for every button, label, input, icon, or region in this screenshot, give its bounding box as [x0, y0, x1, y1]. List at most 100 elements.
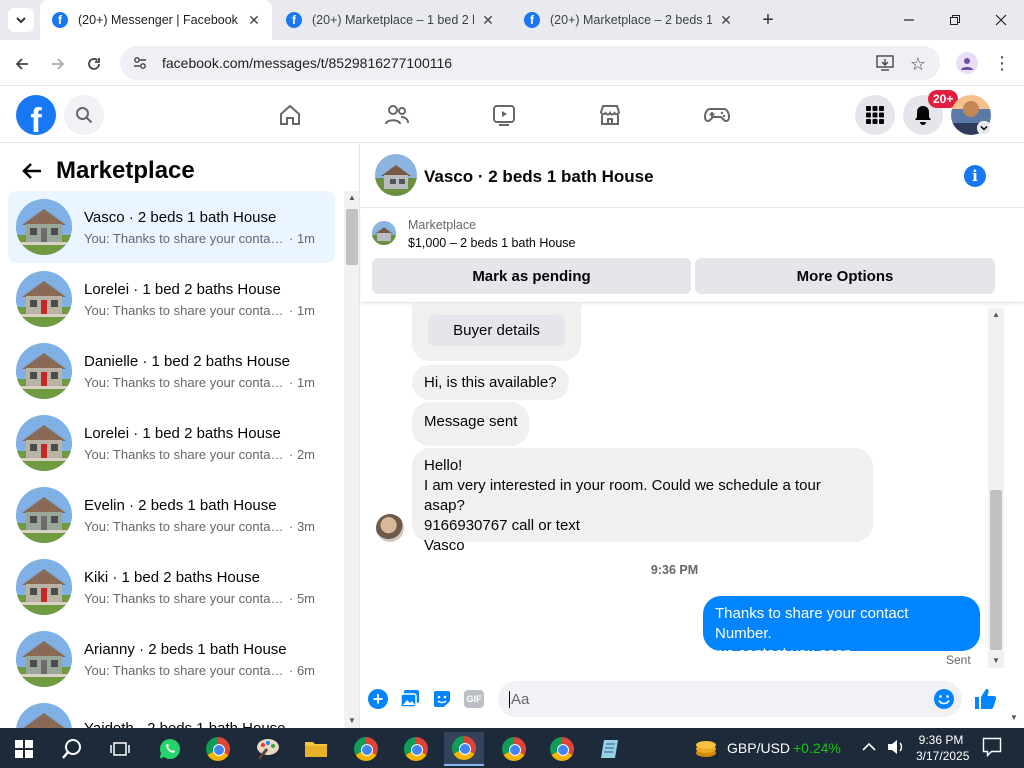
- conversation-item[interactable]: Lorelei · 1 bed 2 baths House You: Thanks…: [8, 407, 335, 479]
- facebook-favicon-icon: f: [524, 12, 540, 28]
- whatsapp-icon: [159, 739, 180, 759]
- marketplace-icon: [600, 105, 620, 125]
- browser-toolbar: facebook.com/messages/t/8529816277100116…: [0, 40, 1024, 86]
- reload-button[interactable]: [82, 52, 106, 76]
- address-bar[interactable]: facebook.com/messages/t/8529816277100116…: [120, 46, 940, 80]
- reload-icon: [88, 58, 100, 70]
- ticker-change[interactable]: +0.24%: [793, 740, 841, 756]
- nav-video[interactable]: [484, 99, 524, 131]
- gif-icon[interactable]: GIF: [464, 690, 484, 708]
- minimize-window-button[interactable]: [896, 8, 922, 32]
- browser-menu-button[interactable]: ⋮: [993, 52, 1011, 74]
- more-actions-plus-icon[interactable]: +: [368, 689, 388, 709]
- account-menu-chevron[interactable]: [977, 121, 991, 135]
- nav-gaming[interactable]: [697, 99, 737, 131]
- photo-attach-icon[interactable]: [400, 689, 420, 709]
- home-icon: [280, 104, 300, 125]
- text-caret: [509, 691, 510, 708]
- taskbar-file-explorer[interactable]: [296, 732, 336, 766]
- volume-icon[interactable]: [887, 739, 905, 755]
- more-options-button[interactable]: More Options: [695, 258, 995, 294]
- mark-as-pending-button[interactable]: Mark as pending: [372, 258, 691, 294]
- message-status: Sent: [946, 653, 971, 667]
- start-button[interactable]: [4, 732, 44, 766]
- taskbar-paint[interactable]: [248, 732, 288, 766]
- close-tab-icon[interactable]: ✕: [246, 12, 262, 29]
- search-icon: [62, 739, 81, 759]
- back-button[interactable]: [10, 52, 34, 76]
- chevron-down-icon: [16, 17, 26, 24]
- menu-button[interactable]: [855, 95, 895, 135]
- sidebar-scrollbar[interactable]: ▲ ▼: [344, 191, 359, 728]
- taskbar-notepad[interactable]: [590, 732, 630, 766]
- forward-button[interactable]: [46, 52, 70, 76]
- tab-marketplace-2[interactable]: f (20+) Marketplace – 2 beds 1 b ✕: [512, 0, 744, 40]
- ticker-symbol[interactable]: GBP/USD: [727, 740, 790, 756]
- restore-window-button[interactable]: [942, 8, 968, 32]
- task-view-button[interactable]: [100, 732, 140, 766]
- new-tab-button[interactable]: +: [756, 8, 780, 32]
- coins-icon[interactable]: [694, 737, 718, 759]
- like-thumbs-up-icon[interactable]: [973, 687, 997, 711]
- search-button[interactable]: [64, 95, 104, 135]
- profile-button[interactable]: [956, 52, 978, 74]
- show-hidden-icons-button[interactable]: [862, 741, 876, 753]
- conversation-item[interactable]: Vasco · 2 beds 1 bath House You: Thanks t…: [8, 191, 335, 263]
- listing-thumbnail[interactable]: [372, 221, 396, 245]
- taskbar-chrome-2[interactable]: [346, 732, 386, 766]
- message-input[interactable]: Aa: [498, 681, 962, 717]
- conversation-item[interactable]: Danielle · 1 bed 2 baths House You: Thank…: [8, 335, 335, 407]
- taskbar-chrome-3[interactable]: [396, 732, 436, 766]
- chat-avatar[interactable]: [375, 154, 417, 196]
- tab-messenger[interactable]: f (20+) Messenger | Facebook ✕: [40, 0, 272, 40]
- conversation-item[interactable]: Yaideth · 2 beds 1 bath House: [8, 695, 335, 728]
- close-window-button[interactable]: [988, 8, 1014, 32]
- taskbar-chrome-1[interactable]: [198, 732, 238, 766]
- conversation-item[interactable]: Arianny · 2 beds 1 bath House You: Thanks…: [8, 623, 335, 695]
- close-tab-icon[interactable]: ✕: [480, 12, 496, 29]
- conversation-preview: You: Thanks to share your contact ...: [84, 590, 289, 606]
- listing-summary[interactable]: $1,000 – 2 beds 1 bath House: [408, 236, 576, 250]
- facebook-favicon-icon: f: [52, 12, 68, 28]
- taskbar-chrome-active[interactable]: [444, 732, 484, 766]
- conversation-item[interactable]: Kiki · 1 bed 2 baths House You: Thanks to…: [8, 551, 335, 623]
- conversation-item[interactable]: Lorelei · 1 bed 2 baths House You: Thanks…: [8, 263, 335, 335]
- taskbar-whatsapp[interactable]: [150, 732, 190, 766]
- chrome-icon: [404, 737, 428, 761]
- conversation-info-icon[interactable]: i: [964, 165, 986, 187]
- back-to-chats-button[interactable]: [20, 159, 44, 183]
- scroll-down-arrow[interactable]: ▼: [1010, 713, 1018, 722]
- taskbar-search-button[interactable]: [52, 732, 92, 766]
- taskbar-chrome-4[interactable]: [494, 732, 534, 766]
- conversation-name: Evelin · 2 beds 1 bath House: [84, 496, 277, 514]
- message-line: Hello!: [424, 457, 463, 474]
- bookmark-star-icon[interactable]: ☆: [910, 54, 926, 75]
- install-app-icon[interactable]: [876, 55, 894, 71]
- chat-title[interactable]: Vasco · 2 beds 1 bath House: [424, 167, 654, 187]
- arrow-left-icon: [22, 163, 41, 179]
- scrollbar-thumb[interactable]: [346, 209, 358, 265]
- tab-search-button[interactable]: [8, 8, 34, 32]
- close-tab-icon[interactable]: ✕: [718, 12, 734, 29]
- system-clock[interactable]: 9:36 PM 3/17/2025: [916, 732, 969, 764]
- conversation-avatar: [16, 703, 72, 728]
- facebook-logo-icon[interactable]: f: [16, 95, 56, 135]
- windows-taskbar: GBP/USD +0.24% 9:36 PM 3/17/2025: [0, 728, 1024, 768]
- chevron-up-icon: [862, 742, 876, 751]
- message-timestamp: 9:36 PM: [650, 563, 699, 577]
- sender-avatar[interactable]: [376, 514, 404, 542]
- conversation-time: · 2m: [289, 446, 315, 462]
- tab-marketplace-1[interactable]: f (20+) Marketplace – 1 bed 2 ba ✕: [274, 0, 506, 40]
- sticker-icon[interactable]: [432, 689, 452, 709]
- nav-friends[interactable]: [377, 99, 417, 131]
- notifications-center-button[interactable]: [982, 737, 1002, 757]
- chat-scrollbar[interactable]: ▲ ▼: [988, 308, 1004, 668]
- nav-home[interactable]: [270, 99, 310, 131]
- conversation-avatar: [16, 271, 72, 327]
- taskbar-chrome-5[interactable]: [542, 732, 582, 766]
- scrollbar-thumb[interactable]: [990, 490, 1002, 650]
- conversation-item[interactable]: Evelin · 2 beds 1 bath House You: Thanks …: [8, 479, 335, 551]
- emoji-icon[interactable]: [933, 688, 955, 710]
- nav-marketplace[interactable]: [590, 99, 630, 131]
- buyer-details-button[interactable]: Buyer details: [428, 315, 565, 346]
